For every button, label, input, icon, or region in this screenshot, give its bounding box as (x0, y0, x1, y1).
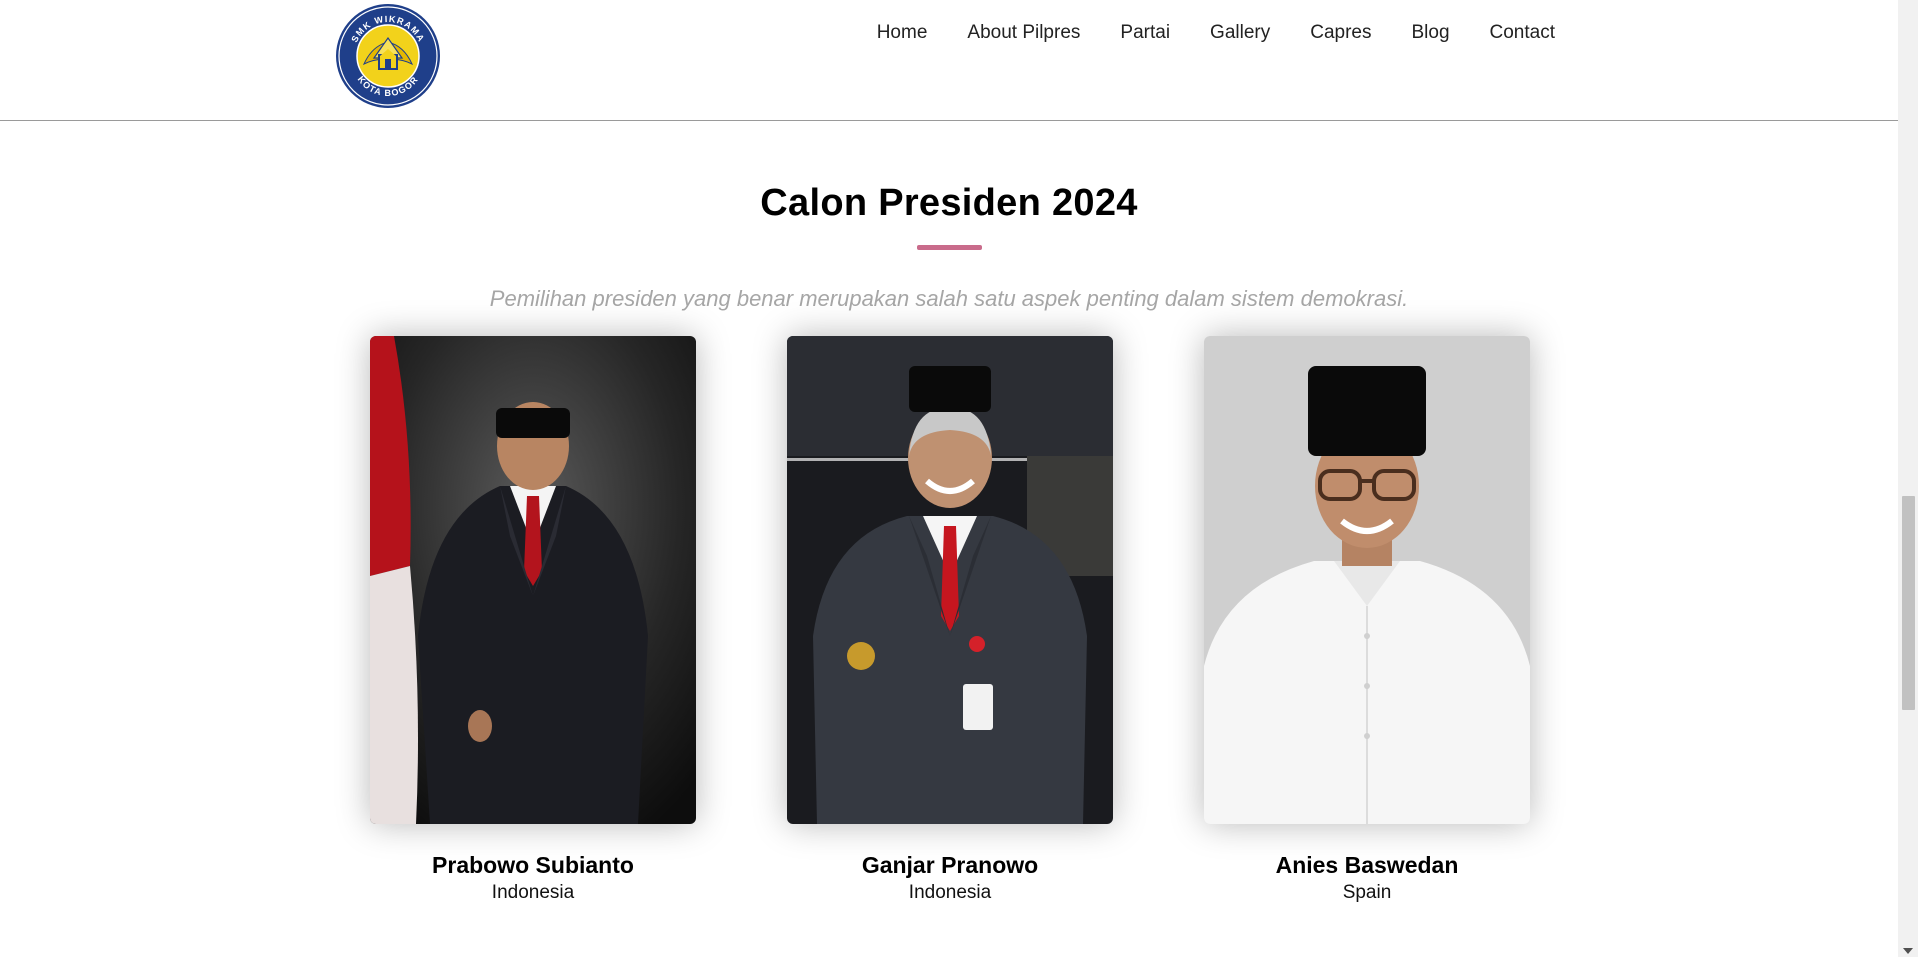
site-header: SMK WIKRAMA KOTA BOGOR Home About Pilpre… (0, 0, 1898, 121)
section-subtitle: Pemilihan presiden yang benar merupakan … (489, 286, 1409, 311)
candidate-card-ganjar: Ganjar Pranowo Indonesia (787, 336, 1113, 904)
candidate-name: Prabowo Subianto (432, 852, 634, 878)
candidate-name: Anies Baswedan (1275, 852, 1459, 878)
candidate-name: Ganjar Pranowo (861, 852, 1039, 878)
nav-gallery[interactable]: Gallery (1210, 20, 1270, 46)
candidate-photo-prabowo (370, 336, 696, 824)
scrollbar-thumb[interactable] (1902, 496, 1915, 710)
nav-about-pilpres[interactable]: About Pilpres (967, 20, 1080, 46)
candidate-country: Spain (1342, 882, 1392, 903)
main-nav: Home About Pilpres Partai Gallery Capres… (837, 20, 1555, 46)
title-underline (917, 245, 982, 250)
candidate-country: Indonesia (491, 882, 575, 903)
section-title: Calon Presiden 2024 (760, 182, 1138, 224)
school-logo[interactable]: SMK WIKRAMA KOTA BOGOR (334, 2, 442, 110)
nav-home[interactable]: Home (877, 20, 928, 46)
candidate-photo-ganjar (787, 336, 1113, 824)
nav-partai[interactable]: Partai (1120, 20, 1170, 46)
candidate-country: Indonesia (908, 882, 992, 903)
candidate-photo-anies (1204, 336, 1530, 824)
scroll-down-arrow-icon[interactable] (1903, 948, 1913, 954)
candidate-card-anies: Anies Baswedan Spain (1204, 336, 1530, 904)
nav-contact[interactable]: Contact (1490, 20, 1555, 46)
nav-blog[interactable]: Blog (1411, 20, 1449, 46)
page-scrollbar[interactable] (1898, 0, 1918, 957)
candidate-card-prabowo: Prabowo Subianto Indonesia (370, 336, 696, 904)
nav-capres[interactable]: Capres (1310, 20, 1371, 46)
